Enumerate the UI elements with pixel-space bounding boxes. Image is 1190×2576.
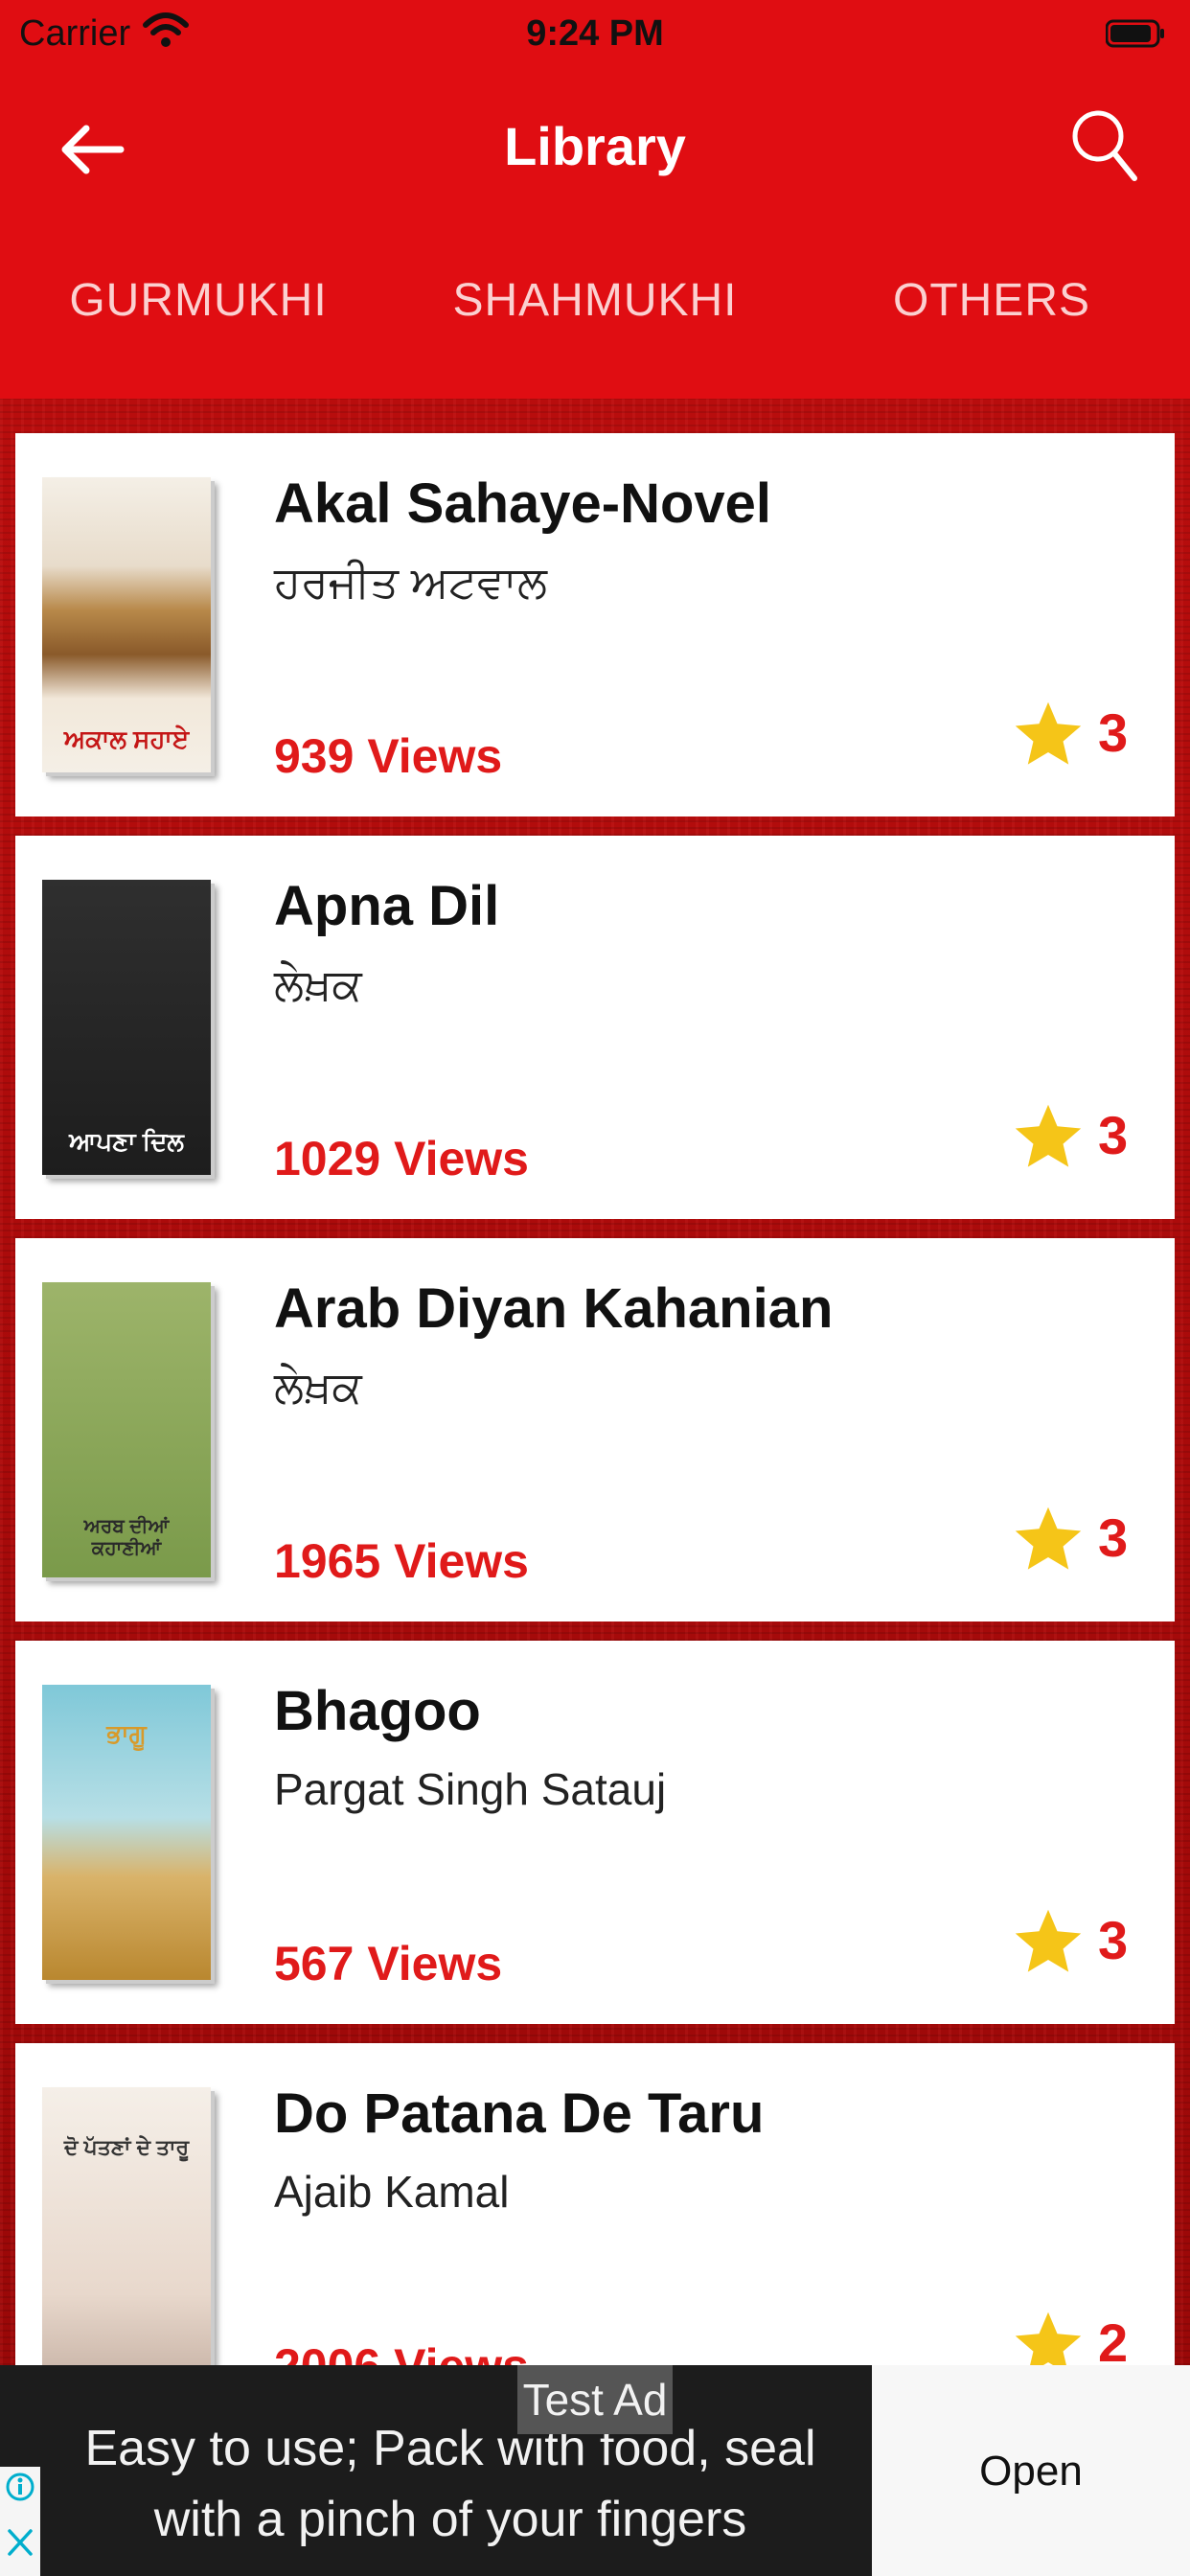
book-author: ਲੇਖ਼ਕ bbox=[274, 959, 362, 1009]
view-count: 1029 Views bbox=[274, 1132, 529, 1185]
open-button[interactable]: Open bbox=[872, 2448, 1190, 2496]
rating-value: 3 bbox=[1098, 702, 1129, 763]
book-cover: ਅਕਾਲ ਸਹਾਏ bbox=[42, 477, 211, 772]
rating-value: 3 bbox=[1098, 1105, 1129, 1165]
ad-cta-area[interactable]: Open bbox=[872, 2365, 1190, 2576]
book-title: Apna Dil bbox=[274, 875, 500, 937]
status-bar: Carrier 9:24 PM bbox=[0, 0, 1190, 73]
book-cover: ਦੋ ਪੱਤਣਾਂ ਦੇ ਤਾਰੂ bbox=[42, 2087, 211, 2382]
view-count: 1965 Views bbox=[274, 1534, 529, 1588]
rating-value: 3 bbox=[1098, 1507, 1129, 1568]
ad-choices[interactable] bbox=[0, 2467, 40, 2576]
close-icon[interactable] bbox=[6, 2526, 34, 2559]
book-author: Ajaib Kamal bbox=[274, 2167, 510, 2217]
app-header: Library GURMUKHI SHAHMUKHI OTHERS bbox=[0, 73, 1190, 399]
test-ad-badge: Test Ad bbox=[517, 2365, 673, 2434]
cover-title: ਆਪਣਾ ਦਿਲ bbox=[69, 1127, 184, 1156]
book-cover: ਅਰਬ ਦੀਆਂ ਕਹਾਣੀਆਂ bbox=[42, 1282, 211, 1577]
book-cover: ਭਾਗੂ bbox=[42, 1685, 211, 1980]
tab-others[interactable]: OTHERS bbox=[793, 274, 1190, 327]
info-icon[interactable] bbox=[6, 2472, 34, 2501]
view-count: 567 Views bbox=[274, 1937, 503, 1990]
list-item[interactable]: ਅਕਾਲ ਸਹਾਏ Akal Sahaye-Novel ਹਰਜੀਤ ਅਟਵਾਲ … bbox=[15, 433, 1175, 816]
star-icon bbox=[1015, 1506, 1082, 1570]
cover-title: ਦੋ ਪੱਤਣਾਂ ਦੇ ਤਾਰੂ bbox=[63, 2135, 190, 2159]
star-icon bbox=[1015, 1909, 1082, 1972]
book-title: Do Patana De Taru bbox=[274, 2082, 765, 2145]
rating-value: 3 bbox=[1098, 1910, 1129, 1970]
ad-text: Easy to use; Pack with food, seal with a… bbox=[84, 2421, 816, 2547]
list-item[interactable]: ਆਪਣਾ ਦਿਲ Apna Dil ਲੇਖ਼ਕ 1029 Views 3 bbox=[15, 836, 1175, 1219]
list-item[interactable]: ਅਰਬ ਦੀਆਂ ਕਹਾਣੀਆਂ Arab Diyan Kahanian ਲੇਖ… bbox=[15, 1238, 1175, 1622]
cover-title: ਅਰਬ ਦੀਆਂ ਕਹਾਣੀਆਂ bbox=[83, 1516, 170, 1559]
search-icon[interactable] bbox=[1071, 109, 1138, 184]
book-cover: ਆਪਣਾ ਦਿਲ bbox=[42, 880, 211, 1175]
status-time: 9:24 PM bbox=[526, 13, 664, 54]
book-title: Arab Diyan Kahanian bbox=[274, 1277, 834, 1340]
tab-shahmukhi[interactable]: SHAHMUKHI bbox=[397, 274, 793, 327]
list-item[interactable]: ਭਾਗੂ Bhagoo Pargat Singh Satauj 567 View… bbox=[15, 1641, 1175, 2024]
view-count: 939 Views bbox=[274, 729, 503, 783]
book-author: ਹਰਜੀਤ ਅਟਵਾਲ bbox=[274, 557, 547, 607]
battery-icon bbox=[1106, 19, 1164, 48]
book-author: Pargat Singh Satauj bbox=[274, 1764, 667, 1814]
cover-title: ਭਾਗੂ bbox=[106, 1719, 147, 1748]
page-title: Library bbox=[504, 116, 686, 176]
ad-banner[interactable]: Easy to use; Pack with food, seal with a… bbox=[0, 2365, 1190, 2576]
tab-gurmukhi[interactable]: GURMUKHI bbox=[0, 274, 397, 327]
cover-title: ਅਕਾਲ ਸਹਾਏ bbox=[63, 724, 190, 753]
category-tabs: GURMUKHI SHAHMUKHI OTHERS bbox=[0, 274, 1190, 370]
book-author: ਲੇਖ਼ਕ bbox=[274, 1362, 362, 1412]
star-icon bbox=[1015, 702, 1082, 765]
star-icon bbox=[1015, 1104, 1082, 1167]
book-title: Bhagoo bbox=[274, 1680, 481, 1742]
book-title: Akal Sahaye-Novel bbox=[274, 472, 772, 535]
